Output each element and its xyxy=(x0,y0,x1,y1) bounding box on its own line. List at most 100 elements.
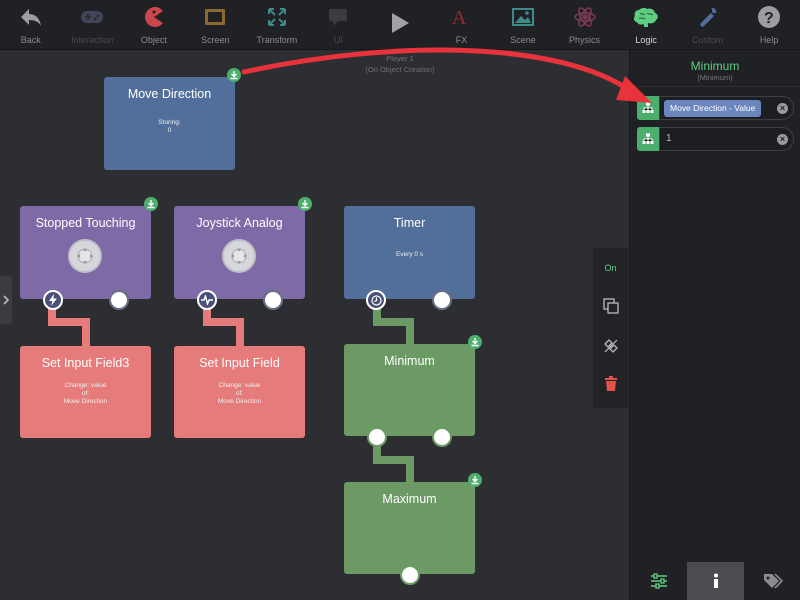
fx-icon: A xyxy=(448,4,474,30)
speech-bubble-icon xyxy=(325,4,351,30)
transform-icon xyxy=(264,4,290,30)
value-chip[interactable]: Move Direction - Value xyxy=(664,100,762,117)
download-icon[interactable] xyxy=(298,197,312,211)
node-title: Set Input Field xyxy=(199,356,280,370)
fx-button[interactable]: A FX xyxy=(431,0,493,49)
value-output-port[interactable] xyxy=(109,290,129,310)
node-storing: Storing: 0 xyxy=(158,119,181,134)
trash-icon xyxy=(604,376,617,391)
joystick-icon xyxy=(222,239,256,273)
stopped-touching-node[interactable]: Stopped Touching xyxy=(20,206,151,299)
move-direction-node[interactable]: Move Direction Storing: 0 xyxy=(104,77,235,170)
download-icon[interactable] xyxy=(144,197,158,211)
pacman-icon xyxy=(141,4,167,30)
joystick-analog-node[interactable]: Joystick Analog xyxy=(174,206,305,299)
tab-tags[interactable] xyxy=(744,562,800,600)
custom-button[interactable]: Custom xyxy=(677,0,739,49)
sliders-icon xyxy=(650,573,667,589)
logic-button[interactable]: Logic xyxy=(615,0,677,49)
transform-button[interactable]: Transform xyxy=(246,0,308,49)
wrench-icon xyxy=(695,4,721,30)
trigger-output-port[interactable] xyxy=(197,290,217,310)
download-icon[interactable] xyxy=(227,68,241,82)
node-tools: On xyxy=(593,248,628,408)
back-arrow-icon xyxy=(18,4,44,30)
properties-panel: Minimum (Minimum) Move Direction - Value… xyxy=(629,50,800,600)
ui-button[interactable]: UI xyxy=(308,0,370,49)
minimum-node[interactable]: Minimum xyxy=(344,344,475,436)
download-icon[interactable] xyxy=(468,335,482,349)
screen-icon xyxy=(202,4,228,30)
wire-stopped-to-set3 xyxy=(48,305,90,346)
object-button[interactable]: Object xyxy=(123,0,185,49)
value-output-port[interactable] xyxy=(263,290,283,310)
expand-sidebar-tab[interactable] xyxy=(0,276,12,324)
param-field-1[interactable]: Move Direction - Value × xyxy=(659,96,794,120)
wire-minimum-to-maximum xyxy=(373,442,414,484)
param-value: 1 xyxy=(666,133,672,144)
hierarchy-icon[interactable] xyxy=(637,96,659,120)
scene-button[interactable]: Scene xyxy=(492,0,554,49)
node-title: Timer xyxy=(393,216,426,230)
toggle-on-button[interactable]: On xyxy=(593,263,628,273)
clear-icon[interactable]: × xyxy=(777,103,788,114)
top-toolbar: Back Interaction Object Screen Transform… xyxy=(0,0,800,50)
node-details: Change: value of: Move Direction xyxy=(217,382,262,405)
atom-icon xyxy=(572,4,598,30)
param-row-1: Move Direction - Value × xyxy=(637,96,794,120)
timer-node[interactable]: Timer Every 0 s xyxy=(344,206,475,299)
play-button[interactable] xyxy=(369,0,431,49)
svg-text:?: ? xyxy=(764,10,774,27)
tab-settings[interactable] xyxy=(630,562,687,600)
help-button[interactable]: ? Help xyxy=(738,0,800,49)
set-input-field3-node[interactable]: Set Input Field3 Change: value of: Move … xyxy=(20,346,151,438)
chevron-right-icon xyxy=(2,295,9,305)
physics-button[interactable]: Physics xyxy=(554,0,616,49)
maximum-output-port[interactable] xyxy=(400,565,420,585)
node-title: Move Direction xyxy=(127,87,212,101)
gamepad-icon xyxy=(79,4,105,30)
svg-text:A: A xyxy=(452,7,467,28)
panel-tabs xyxy=(630,562,800,600)
trigger-output-port[interactable] xyxy=(43,290,63,310)
value-output-port[interactable] xyxy=(432,290,452,310)
clear-icon[interactable]: × xyxy=(777,134,788,145)
param-field-2[interactable]: 1 × xyxy=(659,127,794,151)
minimum-output-port-2[interactable] xyxy=(432,427,452,447)
clock-icon xyxy=(370,294,382,306)
hierarchy-icon[interactable] xyxy=(637,127,659,151)
question-icon: ? xyxy=(756,4,782,30)
panel-subtitle: (Minimum) xyxy=(697,73,733,82)
copy-icon xyxy=(602,298,619,314)
timer-interval: Every 0 s xyxy=(395,251,424,258)
scene-image-icon xyxy=(510,4,536,30)
node-details: Change: value of: Move Direction xyxy=(63,382,108,405)
maximum-node[interactable]: Maximum xyxy=(344,482,475,574)
set-input-field-node[interactable]: Set Input Field Change: value of: Move D… xyxy=(174,346,305,438)
node-title: Minimum xyxy=(384,354,435,368)
download-icon[interactable] xyxy=(468,473,482,487)
unlink-icon xyxy=(603,339,618,353)
node-title: Stopped Touching xyxy=(35,216,136,230)
pulse-icon xyxy=(201,295,213,305)
tab-info[interactable] xyxy=(687,562,744,600)
logic-canvas[interactable]: Player 1 (On Object Creation) Move Direc… xyxy=(0,50,628,600)
wire-timer-to-minimum xyxy=(373,305,414,346)
interaction-button[interactable]: Interaction xyxy=(62,0,124,49)
node-title: Joystick Analog xyxy=(196,216,283,230)
disconnect-button[interactable] xyxy=(593,338,628,359)
back-button[interactable]: Back xyxy=(0,0,62,49)
lightning-icon xyxy=(49,294,57,306)
node-title: Set Input Field3 xyxy=(41,356,130,370)
connection-wires xyxy=(48,305,414,484)
info-icon xyxy=(713,573,718,588)
delete-button[interactable] xyxy=(593,376,628,397)
screen-button[interactable]: Screen xyxy=(185,0,247,49)
joystick-icon xyxy=(68,239,102,273)
trigger-output-port[interactable] xyxy=(366,290,386,310)
minimum-output-port-1[interactable] xyxy=(367,427,387,447)
duplicate-button[interactable] xyxy=(593,298,628,319)
brain-icon xyxy=(633,4,659,30)
tags-icon xyxy=(763,573,783,589)
play-icon xyxy=(385,8,415,38)
